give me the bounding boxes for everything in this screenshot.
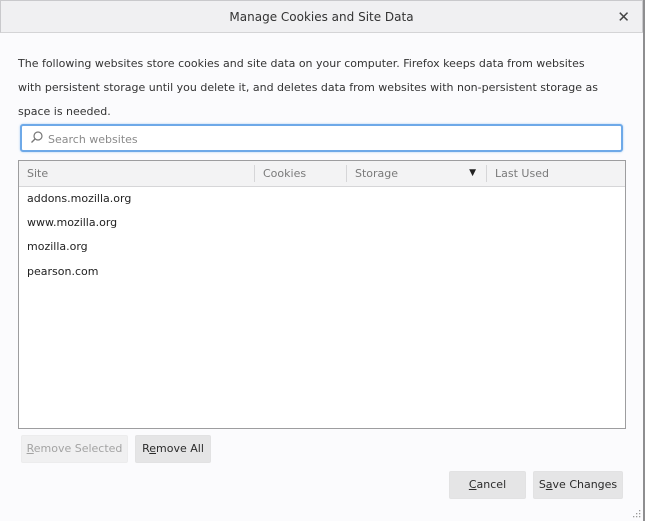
column-header-storage[interactable]: Storage ▼ [346, 165, 486, 182]
access-key: e [149, 442, 157, 455]
button-label: ancel [476, 478, 507, 491]
access-key: a [545, 478, 553, 491]
site-cell: addons.mozilla.org [27, 192, 132, 205]
remove-selected-button[interactable]: Remove Selected [21, 435, 128, 463]
site-cell: mozilla.org [27, 240, 88, 253]
button-label: ve Changes [552, 478, 618, 491]
dialog-title: Manage Cookies and Site Data [229, 10, 414, 24]
column-header-label: Cookies [263, 167, 307, 180]
column-header-label: Last Used [495, 167, 549, 180]
search-field[interactable] [20, 124, 623, 152]
close-icon[interactable]: ✕ [617, 7, 630, 27]
sites-table: Site Cookies Storage ▼ Last Used addons.… [18, 160, 626, 429]
column-header-site[interactable]: Site [19, 161, 253, 186]
table-row[interactable]: www.mozilla.org [19, 211, 625, 235]
cancel-button[interactable]: Cancel [449, 471, 526, 499]
remove-all-button[interactable]: Remove All [135, 435, 211, 463]
search-input[interactable] [46, 129, 610, 149]
dialog-titlebar: Manage Cookies and Site Data ✕ [0, 0, 643, 33]
access-key: C [468, 478, 477, 491]
sort-descending-icon: ▼ [469, 168, 476, 178]
column-header-last-used[interactable]: Last Used [486, 165, 625, 182]
dialog-description: The following websites store cookies and… [18, 57, 599, 118]
search-icon [31, 131, 43, 143]
button-label: emove Selected [33, 442, 123, 455]
button-label: S [538, 478, 546, 491]
column-header-label: Storage [355, 167, 399, 180]
button-label: move All [156, 442, 204, 455]
resize-grip-icon[interactable] [633, 510, 641, 518]
access-key: R [26, 442, 34, 455]
table-row[interactable]: addons.mozilla.org [19, 187, 625, 211]
save-changes-button[interactable]: Save Changes [533, 471, 623, 499]
site-cell: www.mozilla.org [27, 216, 118, 229]
column-header-cookies[interactable]: Cookies [254, 165, 346, 182]
column-header-label: Site [27, 167, 49, 180]
site-cell: pearson.com [27, 265, 99, 278]
table-row[interactable]: mozilla.org [19, 235, 625, 259]
table-header: Site Cookies Storage ▼ Last Used [19, 161, 625, 187]
table-row[interactable]: pearson.com [19, 260, 625, 284]
